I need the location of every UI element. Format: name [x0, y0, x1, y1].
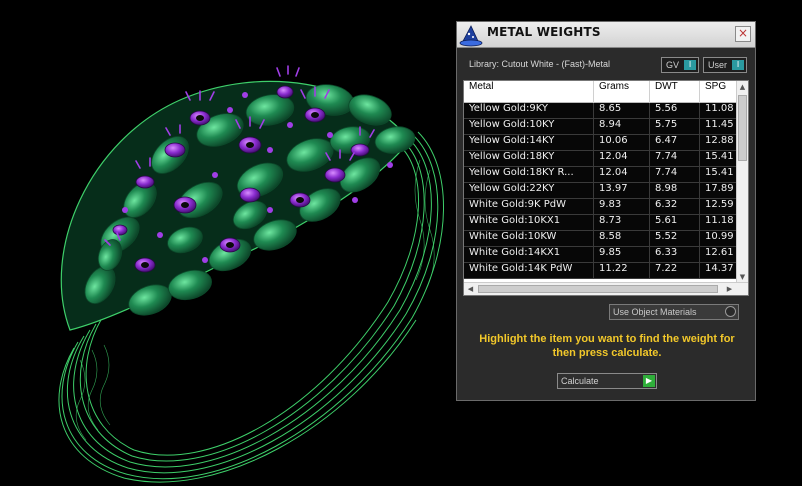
spg-cell: 12.88	[705, 135, 734, 146]
gv-toggle-label: GV	[666, 60, 680, 70]
table-body: Yellow Gold:9KY 8.65 5.56 11.08 Yellow G…	[464, 103, 738, 279]
use-object-materials-toggle[interactable]: Use Object Materials	[609, 304, 739, 320]
user-toggle-knob: I	[732, 60, 744, 70]
dwt-cell: 5.61	[650, 215, 700, 231]
table-row[interactable]: Yellow Gold:18KY R... 12.04 7.74 15.41	[464, 167, 738, 183]
grams-cell: 8.94	[594, 119, 650, 135]
metal-cell: Yellow Gold:18KY R...	[464, 167, 594, 183]
wizard-hat-logo-icon	[459, 25, 483, 47]
grams-cell: 10.06	[594, 135, 650, 151]
table-row[interactable]: White Gold:9K PdW 9.83 6.32 12.59	[464, 199, 738, 215]
spg-cell: 15.41	[705, 167, 734, 178]
grams-cell: 9.85	[594, 247, 650, 263]
dwt-cell: 8.98	[650, 183, 700, 199]
panel-title: METAL WEIGHTS	[487, 25, 601, 39]
table-row[interactable]: White Gold:14KX1 9.85 6.33 12.61	[464, 247, 738, 263]
spg-cell: 12.61	[705, 247, 734, 258]
column-header-grams[interactable]: Grams	[594, 81, 650, 103]
dwt-cell: 5.52	[650, 231, 700, 247]
column-header-dwt[interactable]: DWT	[650, 81, 700, 103]
dwt-cell: 6.47	[650, 135, 700, 151]
metal-cell: White Gold:9K PdW	[464, 199, 594, 215]
grams-cell: 8.58	[594, 231, 650, 247]
library-label: Library: Cutout White - (Fast)-Metal	[469, 59, 611, 69]
table-row[interactable]: Yellow Gold:9KY 8.65 5.56 11.08	[464, 103, 738, 119]
grams-cell: 11.22	[594, 263, 650, 279]
gv-toggle-knob: I	[684, 60, 696, 70]
grams-cell: 12.04	[594, 151, 650, 167]
instruction-text: Highlight the item you want to find the …	[479, 333, 735, 359]
grams-cell: 12.04	[594, 167, 650, 183]
metal-cell: Yellow Gold:10KY	[464, 119, 594, 135]
dwt-cell: 7.22	[650, 263, 700, 279]
table-row[interactable]: White Gold:10KX1 8.73 5.61 11.18	[464, 215, 738, 231]
horizontal-scroll-thumb[interactable]	[478, 285, 718, 293]
scroll-left-icon[interactable]: ◀	[465, 283, 476, 295]
metal-cell: White Gold:14KX1	[464, 247, 594, 263]
play-arrow-icon: ▶	[643, 375, 655, 387]
spg-cell: 15.41	[705, 151, 734, 162]
metal-table[interactable]: Metal Grams DWT SPG Yellow Gold:9KY 8.65…	[463, 80, 749, 296]
calculate-label: Calculate	[561, 376, 599, 386]
metal-cell: Yellow Gold:9KY	[464, 103, 594, 119]
dwt-cell: 6.33	[650, 247, 700, 263]
metal-cell: White Gold:14K PdW	[464, 263, 594, 279]
use-object-materials-label: Use Object Materials	[613, 307, 697, 317]
bracelet-model	[58, 65, 444, 483]
metal-cell: White Gold:10KX1	[464, 215, 594, 231]
metal-cell: White Gold:10KW	[464, 231, 594, 247]
metal-cell: Yellow Gold:22KY	[464, 183, 594, 199]
grams-cell: 8.65	[594, 103, 650, 119]
vertical-scroll-thumb[interactable]	[738, 95, 747, 161]
metal-cell: Yellow Gold:14KY	[464, 135, 594, 151]
spg-cell: 11.18	[705, 215, 734, 226]
table-row[interactable]: Yellow Gold:22KY 13.97 8.98 17.89	[464, 183, 738, 199]
spg-cell: 10.99	[705, 231, 734, 242]
dwt-cell: 7.74	[650, 167, 700, 183]
spg-cell: 11.45	[705, 119, 734, 130]
dwt-cell: 7.74	[650, 151, 700, 167]
gv-toggle[interactable]: GV I	[661, 57, 699, 73]
grams-cell: 8.73	[594, 215, 650, 231]
grams-cell: 9.83	[594, 199, 650, 215]
close-icon: ×	[737, 26, 749, 40]
user-toggle[interactable]: User I	[703, 57, 747, 73]
table-row[interactable]: White Gold:14K PdW 11.22 7.22 14.37	[464, 263, 738, 279]
metal-weights-panel: METAL WEIGHTS × Library: Cutout White - …	[456, 21, 756, 401]
spg-cell: 12.59	[705, 199, 734, 210]
spg-cell: 17.89	[705, 183, 734, 194]
dwt-cell: 5.56	[650, 103, 700, 119]
spg-cell: 11.08	[705, 103, 734, 114]
table-row[interactable]: Yellow Gold:10KY 8.94 5.75 11.45	[464, 119, 738, 135]
table-row[interactable]: White Gold:10KW 8.58 5.52 10.99	[464, 231, 738, 247]
spg-cell: 14.37	[705, 263, 734, 274]
horizontal-scrollbar[interactable]: ◀ ▶	[464, 282, 748, 295]
column-header-metal[interactable]: Metal	[464, 81, 594, 103]
column-header-spg[interactable]: SPG	[700, 81, 738, 103]
vertical-scrollbar[interactable]: ▲ ▼	[736, 81, 748, 283]
dwt-cell: 6.32	[650, 199, 700, 215]
scroll-up-icon[interactable]: ▲	[737, 81, 748, 93]
calculate-button[interactable]: Calculate ▶	[557, 373, 657, 389]
table-header: Metal Grams DWT SPG	[464, 81, 738, 103]
table-row[interactable]: Yellow Gold:14KY 10.06 6.47 12.88	[464, 135, 738, 151]
panel-title-bar[interactable]: METAL WEIGHTS ×	[457, 22, 755, 48]
grams-cell: 13.97	[594, 183, 650, 199]
radio-indicator-icon	[725, 306, 736, 317]
dwt-cell: 5.75	[650, 119, 700, 135]
scroll-right-icon[interactable]: ▶	[724, 283, 735, 295]
table-row[interactable]: Yellow Gold:18KY 12.04 7.74 15.41	[464, 151, 738, 167]
metal-cell: Yellow Gold:18KY	[464, 151, 594, 167]
close-button[interactable]: ×	[735, 26, 751, 42]
user-toggle-label: User	[708, 60, 728, 70]
